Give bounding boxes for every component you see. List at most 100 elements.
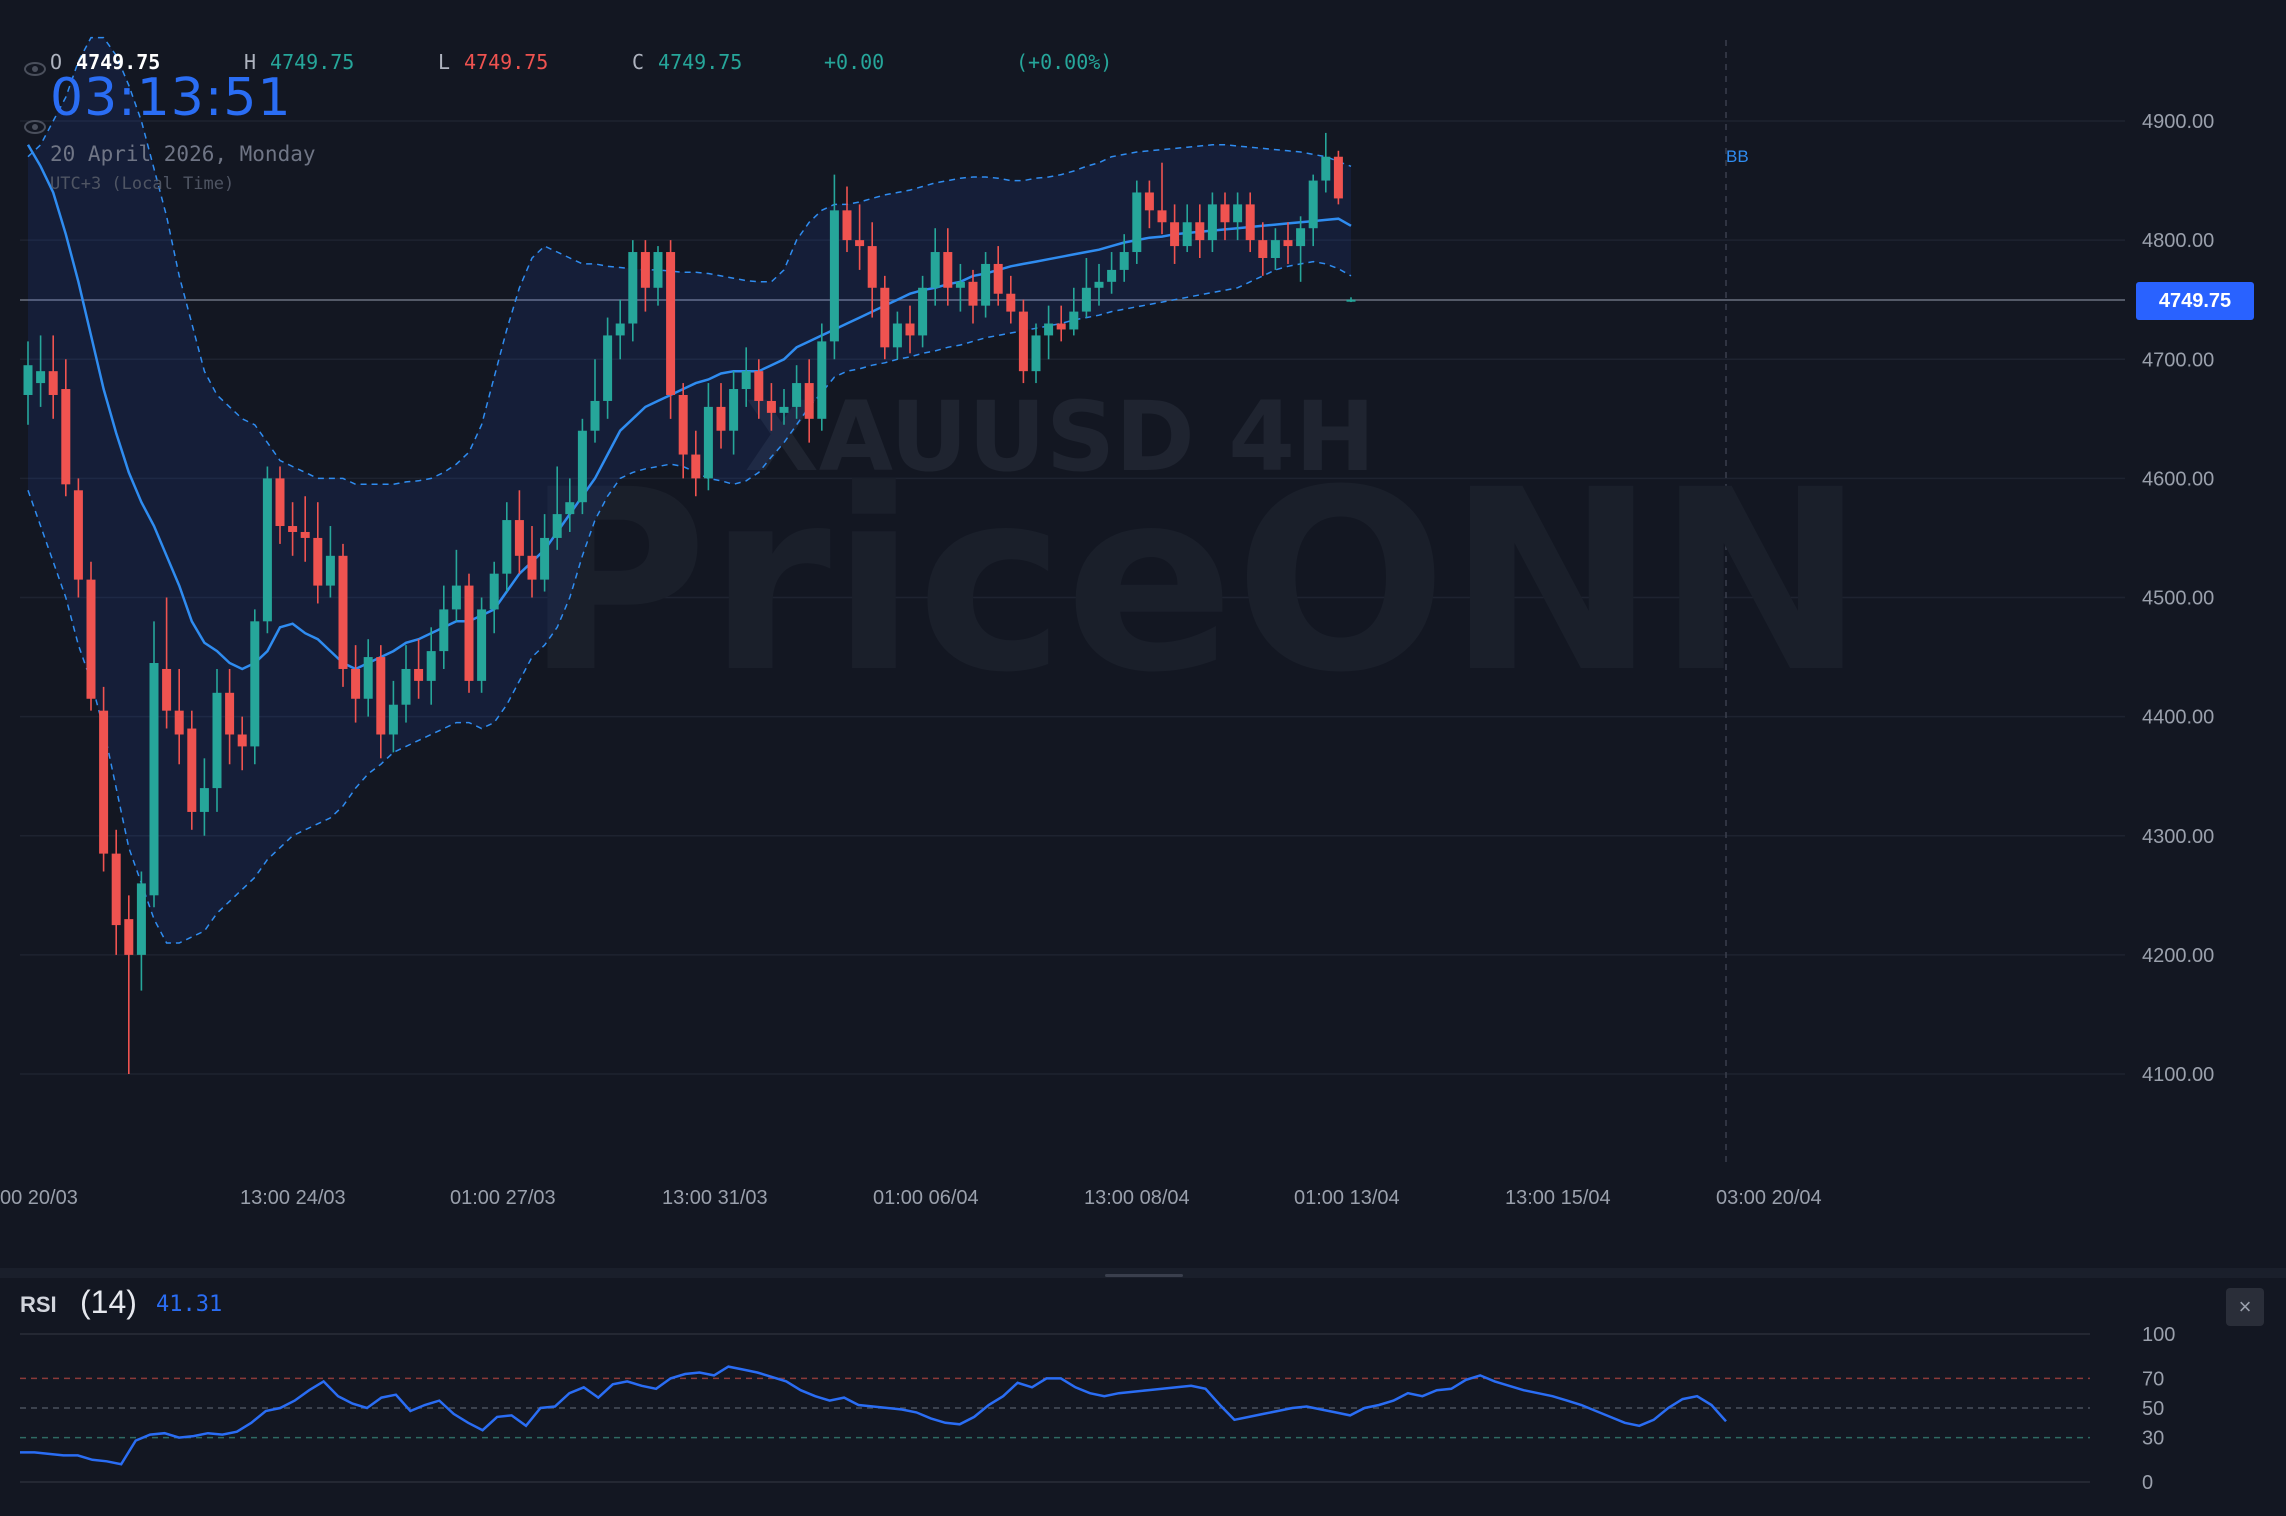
candle-body	[955, 281, 965, 288]
y-tick-label: 4900.00	[2142, 111, 2214, 133]
candle-body	[414, 668, 424, 681]
candle	[262, 466, 272, 634]
candle-body	[729, 389, 739, 431]
candle-body	[905, 323, 915, 336]
x-tick-label: 13:00 24/03	[240, 1187, 346, 1209]
candle-body	[716, 406, 726, 431]
candle-body	[1119, 252, 1129, 270]
candle-body	[1270, 240, 1280, 258]
candle-body	[514, 520, 524, 556]
y-tick-label: 4700.00	[2142, 349, 2214, 371]
candle	[829, 174, 839, 360]
candle-body	[603, 335, 613, 401]
candle	[1333, 150, 1343, 205]
candle-body	[1233, 204, 1243, 223]
candle-body	[1296, 228, 1306, 247]
candle-body	[288, 526, 298, 532]
candle-body	[376, 657, 386, 735]
candle-body	[275, 478, 285, 527]
candle-body	[1044, 323, 1054, 336]
rsi-grid: 100 70 50 30 0	[20, 1324, 2175, 1494]
y-tick-label: 4800.00	[2142, 230, 2214, 252]
rsi-line	[20, 1365, 1727, 1466]
candle	[477, 597, 487, 693]
candle-body	[590, 400, 600, 431]
candle-body	[1220, 204, 1230, 223]
candle-body	[1346, 299, 1356, 302]
visibility-eye-icon[interactable]	[24, 62, 46, 76]
candle	[1031, 323, 1041, 384]
candle-body	[86, 579, 96, 699]
candle	[880, 275, 890, 360]
visibility-eye-icon[interactable]	[24, 120, 46, 134]
candle-body	[1245, 204, 1255, 241]
candle	[73, 478, 83, 598]
candle-body	[237, 734, 247, 747]
candle-body	[1308, 180, 1318, 229]
y-tick-label: 4100.00	[2142, 1064, 2214, 1086]
rsi-series	[20, 1365, 1727, 1466]
ohlc-change: +0.00	[824, 50, 885, 74]
candle-body	[225, 692, 235, 735]
candle-body	[1170, 222, 1180, 247]
candle-body	[1107, 269, 1117, 282]
candle-body	[1283, 240, 1293, 247]
candle-body	[262, 478, 272, 622]
close-icon[interactable]: ×	[2226, 1288, 2264, 1326]
candle-body	[855, 240, 865, 247]
candle-body	[552, 514, 562, 538]
timezone-label: UTC+3 (Local Time)	[50, 174, 235, 194]
candle	[1018, 299, 1028, 384]
candle	[666, 240, 676, 419]
candle-body	[892, 323, 902, 348]
candle-body	[61, 389, 71, 485]
x-tick-label: 00 20/03	[0, 1187, 78, 1209]
ohlc-low: L 4749.75	[438, 50, 549, 74]
candle-body	[363, 657, 373, 699]
candle-body	[325, 555, 335, 586]
candle-body	[73, 490, 83, 580]
candle	[149, 621, 159, 908]
ohlc-close: C 4749.75	[632, 50, 743, 74]
rsi-length: (14)	[80, 1284, 137, 1320]
candle-body	[565, 502, 575, 515]
rsi-value: 41.31	[156, 1292, 223, 1317]
candle-body	[981, 263, 991, 306]
candle-body	[943, 252, 953, 288]
rsi-title: RSI	[20, 1292, 57, 1317]
candle-body	[1157, 210, 1167, 223]
clock: 03:13:51	[50, 68, 292, 128]
candle-body	[250, 621, 260, 747]
candle	[124, 895, 134, 1074]
candle-body	[754, 371, 764, 401]
candle-body	[640, 252, 650, 288]
candle-body	[149, 663, 159, 896]
candle-body	[1069, 311, 1079, 330]
rsi-chart[interactable]: 100 70 50 30 0	[0, 1272, 2286, 1516]
candle-body	[930, 252, 940, 288]
candle-body	[464, 585, 474, 681]
candle	[250, 609, 260, 765]
candle-body	[1321, 156, 1331, 181]
candle	[136, 871, 146, 991]
candle-body	[477, 609, 487, 681]
candle-body	[451, 585, 461, 610]
x-tick-label: 13:00 15/04	[1505, 1187, 1611, 1209]
bb-label: BB	[1726, 147, 1749, 166]
candle	[577, 418, 587, 515]
rsi-tick-label: 50	[2142, 1398, 2164, 1420]
candle-body	[187, 728, 197, 812]
price-chart[interactable]: XAUUSD 4H PriceONN 4100.004200.004300.00…	[0, 0, 2286, 1270]
candle-body	[918, 287, 928, 336]
candle-body	[779, 406, 789, 413]
candle-body	[993, 263, 1003, 294]
last-price-tag: 4749.75	[2136, 282, 2254, 320]
candle-body	[439, 609, 449, 652]
candle	[1346, 297, 1356, 303]
candle-body	[489, 573, 499, 610]
rsi-tick-label: 0	[2142, 1472, 2153, 1494]
candle-body	[968, 281, 978, 306]
candle-body	[666, 252, 676, 395]
candle-body	[867, 246, 877, 288]
y-tick-label: 4200.00	[2142, 945, 2214, 967]
